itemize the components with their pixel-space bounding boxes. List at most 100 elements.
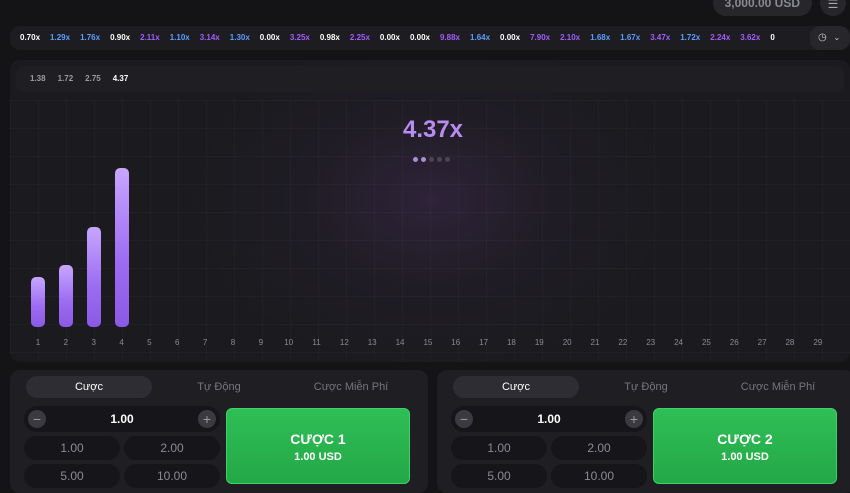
page-dot (429, 157, 434, 162)
step-label: 18 (506, 338, 516, 347)
history-multiplier: 0.70x (20, 33, 41, 42)
history-multiplier: 1.72x (680, 33, 701, 42)
step-label: 3 (91, 338, 96, 347)
top-bar: 3,000.00 USD ☰ (0, 0, 850, 18)
page-dot (421, 157, 426, 162)
quick-amount-2[interactable]: 2.00 (124, 436, 220, 460)
step-label: 19 (534, 338, 544, 347)
step-label: 16 (451, 338, 461, 347)
step-label: 7 (202, 338, 208, 347)
history-multiplier: 0.00x (259, 33, 280, 42)
step-label: 15 (423, 338, 433, 347)
bet-tabs: Cược Tự Động Cược Miễn Phí (453, 376, 841, 398)
history-multiplier: 3.14x (199, 33, 220, 42)
step-label: 1 (35, 338, 41, 347)
history-multiplier: 2.25x (349, 33, 370, 42)
quick-amount-5[interactable]: 5.00 (24, 464, 120, 488)
step-label: 2 (63, 338, 69, 347)
round-values: 1.38 1.72 2.75 4.37 (30, 66, 140, 92)
step-label: 26 (729, 338, 739, 347)
page-dot (445, 157, 450, 162)
step-label: 27 (757, 338, 767, 347)
quick-amount-1[interactable]: 1.00 (451, 436, 547, 460)
history-multiplier: 0.90x (110, 33, 131, 42)
history-multiplier: 2.10x (560, 33, 581, 42)
tab-free-bet[interactable]: Cược Miễn Phí (288, 376, 414, 398)
step-label: 11 (312, 338, 321, 347)
amount-stepper: − 1.00 + (24, 406, 220, 432)
step-label: 9 (258, 338, 264, 347)
step-label: 29 (813, 338, 823, 347)
step-label: 12 (339, 338, 349, 347)
tab-auto[interactable]: Tự Động (583, 376, 709, 398)
quick-amount-10[interactable]: 10.00 (551, 464, 647, 488)
step-label: 20 (562, 338, 572, 347)
bet-button-amount: 1.00 USD (294, 451, 342, 463)
round-steps-bar: 1.38 1.72 2.75 4.37 (16, 66, 844, 92)
history-multiplier: 1.10x (169, 33, 190, 42)
step-label: 24 (674, 338, 683, 347)
history-multiplier: 2.11x (140, 33, 160, 42)
step-label: 10 (284, 338, 294, 347)
step-bar (114, 168, 129, 327)
history-multiplier: 9.88x (439, 33, 461, 42)
step-label: 21 (590, 338, 600, 347)
step-label: 17 (479, 338, 489, 347)
bet-button-title: CƯỢC 2 (717, 431, 773, 447)
page-dot (413, 157, 418, 162)
bet-button-1[interactable]: CƯỢC 1 1.00 USD (226, 408, 410, 484)
amount-input[interactable]: 1.00 (481, 406, 617, 432)
quick-amount-2[interactable]: 2.00 (551, 436, 647, 460)
history-multiplier: 7.90x (530, 33, 551, 42)
bet-button-title: CƯỢC 1 (290, 431, 346, 447)
increase-button[interactable]: + (198, 410, 216, 428)
history-list: 0.70x 1.29x 1.76x 0.90x 2.11x 1.10x 3.14x 1.30x… (20, 26, 785, 50)
bet-panel-2: Cược Tự Động Cược Miễn Phí − 1.00 + 1.00… (437, 370, 850, 493)
history-multiplier: 3.62x (740, 33, 761, 42)
decrease-button[interactable]: − (28, 410, 46, 428)
tab-auto[interactable]: Tự Động (156, 376, 282, 398)
history-multiplier: 3.25x (289, 33, 310, 42)
quick-amount-5[interactable]: 5.00 (451, 464, 547, 488)
history-multiplier: 2.24x (710, 33, 731, 42)
menu-button[interactable]: ☰ (820, 0, 846, 16)
decrease-button[interactable]: − (455, 410, 473, 428)
history-multiplier: 0.98x (319, 33, 340, 42)
round-value: 1.38 (30, 74, 46, 83)
tab-free-bet[interactable]: Cược Miễn Phí (715, 376, 841, 398)
step-bar (58, 264, 73, 327)
round-value: 1.72 (57, 74, 74, 83)
history-button[interactable]: ◷ ⌄ (810, 26, 850, 50)
history-multiplier: 1.76x (80, 33, 101, 42)
step-label: 6 (175, 338, 180, 347)
step-label: 5 (147, 338, 152, 347)
history-multiplier: 0.00x (409, 33, 430, 42)
history-multiplier: 0.00x (500, 33, 521, 42)
page-dot (437, 157, 442, 162)
hamburger-icon: ☰ (827, 0, 839, 11)
history-multiplier: 0.00x (379, 33, 400, 42)
tab-bet[interactable]: Cược (453, 376, 579, 398)
bet-button-2[interactable]: CƯỢC 2 1.00 USD (653, 408, 837, 484)
quick-amount-1[interactable]: 1.00 (24, 436, 120, 460)
round-value: 4.37 (112, 74, 129, 83)
step-label: 23 (646, 338, 656, 347)
tab-bet[interactable]: Cược (26, 376, 152, 398)
bet-tabs: Cược Tự Động Cược Miễn Phí (26, 376, 414, 398)
bet-button-amount: 1.00 USD (721, 451, 769, 463)
step-label: 22 (618, 338, 628, 347)
step-label: 25 (701, 338, 711, 347)
step-label: 8 (230, 338, 236, 347)
step-label: 14 (395, 338, 405, 347)
game-area: 1.38 1.72 2.75 4.37 4.37x 1 2 3 4 5 6 7 8 9 10 11 12 13… (10, 60, 850, 362)
amount-input[interactable]: 1.00 (54, 406, 190, 432)
step-bar (86, 227, 101, 327)
increase-button[interactable]: + (625, 410, 643, 428)
quick-amount-10[interactable]: 10.00 (124, 464, 220, 488)
step-label: 13 (367, 338, 377, 347)
balance-display: 3,000.00 USD (712, 0, 812, 16)
history-multiplier: 1.64x (470, 33, 491, 42)
step-bar (31, 276, 45, 327)
page-dots (413, 149, 453, 162)
history-multiplier: 1.30x (229, 33, 250, 42)
